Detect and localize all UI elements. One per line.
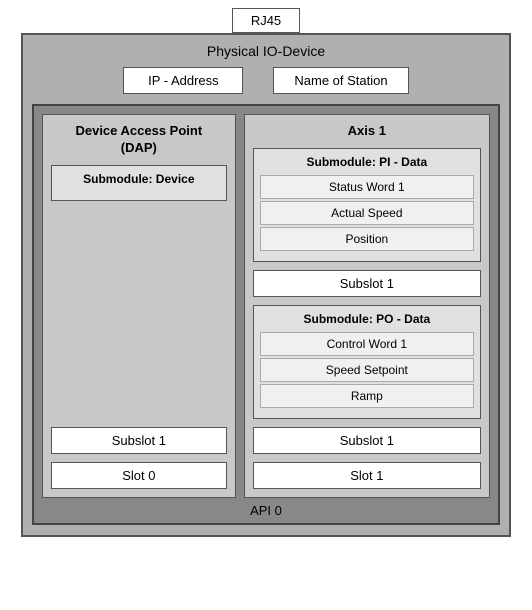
axis1-subslot1: Subslot 1: [253, 270, 481, 297]
dap-inner: Submodule: Device Subslot 1 Slot 0: [51, 165, 227, 497]
axis1-subslot2-label: Subslot 1: [340, 433, 394, 448]
dap-slot: Device Access Point(DAP) Submodule: Devi…: [42, 114, 236, 498]
po-row-1: Control Word 1: [260, 332, 474, 356]
pi-row-1: Status Word 1: [260, 175, 474, 199]
axis1-slot-label: Slot 1: [253, 462, 481, 489]
po-data-title: Submodule: PO - Data: [260, 312, 474, 326]
dap-slot-name: Slot 0: [122, 468, 155, 483]
axis1-subslot2: Subslot 1: [253, 427, 481, 454]
physical-io-device: Physical IO-Device IP - Address Name of …: [21, 33, 511, 537]
rj45-label: RJ45: [251, 13, 281, 28]
dap-submodule-title: Submodule: Device: [58, 172, 220, 186]
dap-slot-label: Slot 0: [51, 462, 227, 489]
pi-row-3: Position: [260, 227, 474, 251]
dap-subslot-label: Subslot 1: [112, 433, 166, 448]
pi-row-2: Actual Speed: [260, 201, 474, 225]
pi-data-title: Submodule: PI - Data: [260, 155, 474, 169]
axis1-submodules: Submodule: PI - Data Status Word 1 Actua…: [253, 148, 481, 497]
axis1-slot: Axis 1 Submodule: PI - Data Status Word …: [244, 114, 490, 498]
po-data-submodule: Submodule: PO - Data Control Word 1 Spee…: [253, 305, 481, 419]
ip-address-label: IP - Address: [148, 73, 219, 88]
pi-data-submodule: Submodule: PI - Data Status Word 1 Actua…: [253, 148, 481, 262]
outer-wrapper: RJ45 Physical IO-Device IP - Address Nam…: [0, 0, 532, 610]
axis1-slot-title: Axis 1: [348, 123, 386, 140]
dap-slot-title: Device Access Point(DAP): [75, 123, 202, 157]
po-row-3: Ramp: [260, 384, 474, 408]
labels-row: IP - Address Name of Station: [123, 67, 408, 94]
axis1-subslot1-label: Subslot 1: [340, 276, 394, 291]
dap-submodule-box: Submodule: Device: [51, 165, 227, 201]
name-of-station-box: Name of Station: [273, 67, 408, 94]
ip-address-box: IP - Address: [123, 67, 243, 94]
slots-row: Device Access Point(DAP) Submodule: Devi…: [42, 114, 490, 498]
rj45-box: RJ45: [232, 8, 300, 33]
physical-io-title: Physical IO-Device: [207, 43, 325, 59]
api-label: API 0: [42, 498, 490, 523]
axis1-slot-name: Slot 1: [350, 468, 383, 483]
name-of-station-label: Name of Station: [294, 73, 387, 88]
api-container: Device Access Point(DAP) Submodule: Devi…: [32, 104, 500, 525]
po-row-2: Speed Setpoint: [260, 358, 474, 382]
dap-subslot: Subslot 1: [51, 427, 227, 454]
